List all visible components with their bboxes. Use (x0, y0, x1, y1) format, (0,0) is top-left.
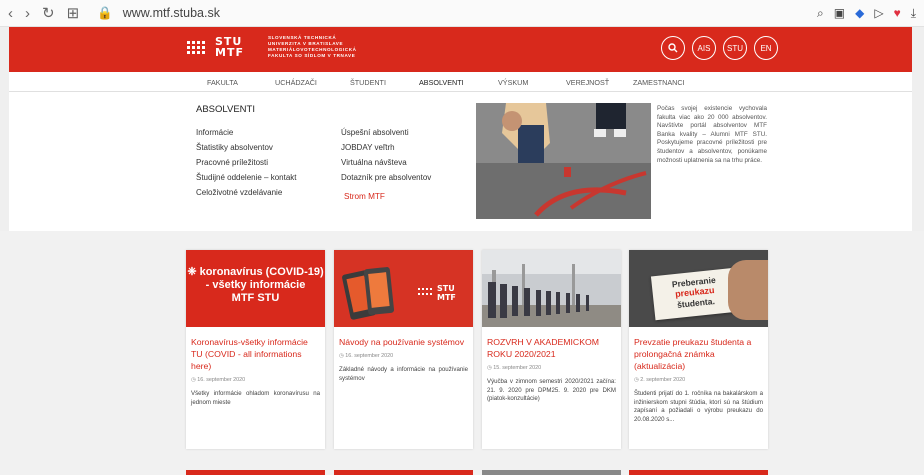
logo-dots-icon (187, 40, 209, 54)
menu-verejnost[interactable]: VEREJNOSŤ (566, 78, 609, 87)
news-thumb-student-card: Preberanie preukazu študenta. (629, 250, 768, 327)
clock-icon: ◷ (191, 377, 196, 383)
news-date: ◷ 16. september 2020 (191, 377, 246, 383)
send-icon[interactable]: ▷ (874, 6, 883, 20)
lock-icon: 🔒 (97, 5, 113, 20)
dropdown-blurb: Počas svojej existencie vychovala fakult… (657, 105, 767, 164)
link-pracovne[interactable]: Pracovné príležitosti (196, 155, 297, 170)
clock-icon: ◷ (339, 353, 344, 359)
forward-icon[interactable]: › (25, 5, 30, 22)
link-dotaznik[interactable]: Dotazník pre absolventov (341, 170, 431, 185)
virus-icon: ❈ (187, 266, 197, 278)
news-thumb-schedule (482, 250, 621, 327)
menu-fakulta[interactable]: FAKULTA (207, 78, 238, 87)
dropdown-col-2: Úspešní absolventi JOBDAY veľtrh Virtuál… (341, 125, 431, 204)
news-thumb-covid: ❈ koronavírus (COVID-19) - všetky inform… (186, 250, 325, 327)
menu-uchadzaci[interactable]: UCHÁDZAČI (275, 78, 317, 87)
address-bar[interactable]: www.mtf.stuba.sk (123, 6, 220, 20)
clock-icon: ◷ (487, 365, 492, 371)
main-menu: FAKULTA UCHÁDZAČI ŠTUDENTI ABSOLVENTI VÝ… (9, 72, 912, 92)
menu-vyskum[interactable]: VÝSKUM (498, 78, 528, 87)
news-title[interactable]: ROZVRH V AKADEMICKOM ROKU 2020/2021 (487, 336, 616, 360)
svg-text:STU: STU (437, 284, 455, 293)
reload-icon[interactable]: ↻ (42, 4, 55, 22)
news-thumb-systems: STU MTF (334, 250, 473, 327)
news-card[interactable]: ❈ koronavírus (COVID-19) - všetky inform… (186, 250, 325, 449)
download-icon[interactable]: ⤓ (911, 6, 916, 21)
shield-icon[interactable]: ◆ (855, 6, 864, 20)
menu-absolventi[interactable]: ABSOLVENTI (419, 78, 464, 87)
camera-icon[interactable]: ▣ (834, 6, 845, 20)
next-card-top (186, 470, 325, 475)
heart-icon[interactable]: ♥ (894, 6, 901, 20)
news-excerpt: Základné návody a informácie na používan… (339, 366, 468, 382)
link-statistiky[interactable]: Štatistiky absolventov (196, 140, 297, 155)
absolventi-dropdown: ABSOLVENTI Informácie Štatistiky absolve… (9, 92, 912, 231)
menu-studenti[interactable]: ŠTUDENTI (350, 78, 386, 87)
news-card[interactable]: Preberanie preukazu študenta. Prevzatie … (629, 250, 768, 449)
stu-button[interactable]: STU (723, 36, 747, 60)
link-strom[interactable]: Strom MTF (344, 189, 431, 204)
absolventi-photo (476, 103, 651, 219)
news-card[interactable]: STU MTF Návody na používanie systémov ◷ … (334, 250, 473, 449)
grid-icon[interactable]: ⊞ (67, 4, 80, 22)
news-excerpt: Všetky informácie ohladom koronavírusu n… (191, 390, 320, 406)
news-title[interactable]: Prevzatie preukazu študenta a prolongačn… (634, 336, 763, 372)
link-jobday[interactable]: JOBDAY veľtrh (341, 140, 431, 155)
news-card[interactable]: ROZVRH V AKADEMICKOM ROKU 2020/2021 ◷ 15… (482, 250, 621, 449)
news-date: ◷ 15. september 2020 (487, 365, 542, 371)
svg-text:MTF: MTF (437, 293, 456, 302)
site-header: STU MTF SLOVENSKÁ TECHNICKÁ UNIVERZITA V… (9, 27, 912, 72)
logo-sub: MTF (215, 46, 244, 59)
ais-button[interactable]: AIS (692, 36, 716, 60)
back-icon[interactable]: ‹ (8, 5, 13, 22)
en-button[interactable]: EN (754, 36, 778, 60)
search-button[interactable] (661, 36, 685, 60)
menu-zamestnanci[interactable]: ZAMESTNANCI (633, 78, 685, 87)
news-date: ◷ 2. september 2020 (634, 377, 686, 383)
news-title[interactable]: Návody na používanie systémov (339, 336, 468, 348)
next-card-top (334, 470, 473, 475)
link-informacie[interactable]: Informácie (196, 125, 297, 140)
school-name: SLOVENSKÁ TECHNICKÁ UNIVERZITA V BRATISL… (267, 35, 357, 58)
clock-icon: ◷ (634, 377, 639, 383)
dropdown-title: ABSOLVENTI (196, 104, 255, 115)
dropdown-col-1: Informácie Štatistiky absolventov Pracov… (196, 125, 297, 200)
search-icon[interactable]: ⌕ (817, 6, 824, 21)
news-date: ◷ 16. september 2020 (339, 353, 394, 359)
link-celozivotne[interactable]: Celoživotné vzdelávanie (196, 185, 297, 200)
next-card-top (629, 470, 768, 475)
news-excerpt: Výučba v zimnom semestri 2020/2021 začín… (487, 378, 616, 402)
news-section: ❈ koronavírus (COVID-19) - všetky inform… (0, 231, 924, 475)
logo[interactable]: STU MTF SLOVENSKÁ TECHNICKÁ UNIVERZITA V… (187, 35, 357, 59)
news-title[interactable]: Koronavírus-všetky informácie TU (COVID … (191, 336, 320, 372)
next-card-top (482, 470, 621, 475)
browser-toolbar: ‹ › ↻ ⊞ 🔒 www.mtf.stuba.sk ⌕ ▣ ◆ ▷ ♥ ⤓ (0, 0, 924, 27)
news-excerpt: Študenti prijatí do 1. ročníka na bakalá… (634, 390, 763, 423)
link-uspesni[interactable]: Úspešní absolventi (341, 125, 431, 140)
link-virtualna[interactable]: Virtuálna návšteva (341, 155, 431, 170)
link-studijne[interactable]: Študijné oddelenie – kontakt (196, 170, 297, 185)
search-icon (668, 43, 678, 53)
